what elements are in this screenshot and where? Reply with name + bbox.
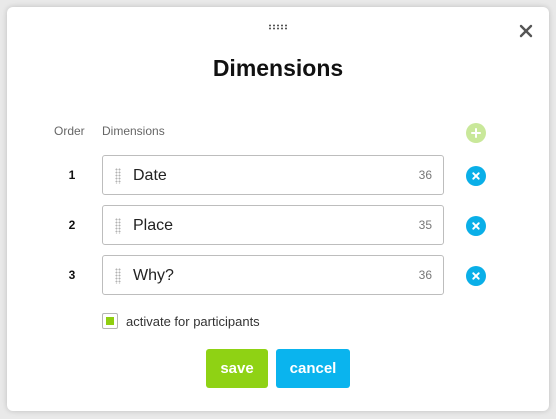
checkbox-checked-mark [106, 317, 114, 325]
close-icon [472, 272, 480, 280]
order-column-header: Order [54, 124, 85, 138]
drag-handle-icon[interactable] [115, 218, 121, 234]
drag-grip-icon[interactable] [268, 24, 288, 30]
remove-dimension-button[interactable] [466, 166, 486, 186]
cancel-button[interactable]: cancel [276, 349, 350, 388]
add-dimension-button[interactable] [466, 123, 486, 143]
close-icon [472, 222, 480, 230]
dimension-field[interactable]: Why? 36 [102, 255, 444, 295]
drag-handle-icon[interactable] [115, 168, 121, 184]
dimension-field[interactable]: Date 36 [102, 155, 444, 195]
dimension-label: Date [133, 167, 167, 184]
dimensions-column-header: Dimensions [102, 124, 165, 138]
participants-checkbox[interactable] [102, 313, 118, 329]
dimension-label: Place [133, 217, 174, 234]
remove-dimension-button[interactable] [466, 216, 486, 236]
plus-icon [471, 128, 481, 138]
participants-checkbox-label[interactable]: activate for participants [126, 314, 260, 329]
close-icon[interactable] [516, 21, 536, 41]
character-count: 36 [418, 168, 432, 182]
dimension-field[interactable]: Place 35 [102, 205, 444, 245]
drag-handle-icon[interactable] [115, 268, 121, 284]
row-order-number: 1 [68, 168, 76, 182]
character-count: 36 [418, 268, 432, 282]
character-count: 35 [418, 218, 432, 232]
dialog-title: Dimensions [212, 55, 344, 81]
row-order-number: 2 [68, 218, 76, 232]
row-order-number: 3 [68, 268, 76, 282]
dimensions-dialog: Dimensions Order Dimensions 1 Date 36 2 … [7, 7, 549, 411]
dimension-label: Why? [133, 267, 174, 284]
remove-dimension-button[interactable] [466, 266, 486, 286]
close-icon [472, 172, 480, 180]
save-button[interactable]: save [206, 349, 268, 388]
